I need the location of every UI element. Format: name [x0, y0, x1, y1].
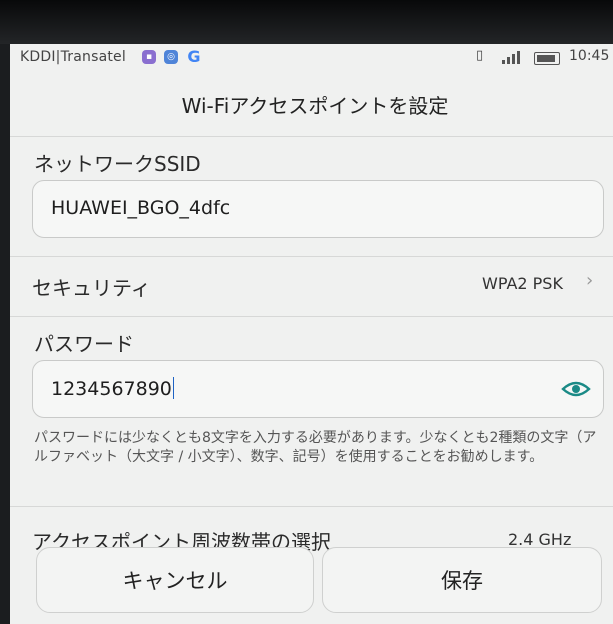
- page-title: Wi-Fiアクセスポイントを設定: [181, 93, 449, 118]
- battery-icon: [534, 52, 560, 65]
- security-label: セキュリティ: [32, 276, 151, 300]
- divider: [10, 506, 613, 507]
- ssid-field[interactable]: HUAWEI_BGO_4dfc: [32, 180, 604, 238]
- ssid-value: HUAWEI_BGO_4dfc: [51, 197, 231, 219]
- text-cursor: [172, 377, 175, 399]
- password-label: パスワード: [34, 332, 134, 356]
- password-hint: パスワードには少なくとも8文字を入力する必要があります。少なくとも2種類の文字（…: [34, 430, 597, 465]
- password-value: 1234567890: [51, 378, 172, 400]
- ssid-label: ネットワークSSID: [34, 152, 201, 176]
- device-bezel: [0, 0, 613, 44]
- google-icon: G: [187, 47, 201, 66]
- security-value: WPA2 PSK: [482, 274, 563, 293]
- phone-screen: KDDI|Transatel ▪ ◎ G ▯ 4G 10:45 Wi-Fiアクセ…: [10, 44, 613, 624]
- chevron-right-icon: ›: [586, 270, 594, 291]
- save-button[interactable]: 保存: [322, 547, 602, 613]
- carrier-label: KDDI|Transatel: [20, 49, 126, 65]
- clock: 10:45: [569, 48, 610, 64]
- divider: [10, 136, 613, 137]
- app-notification-icon: ◎: [164, 50, 178, 64]
- eye-icon[interactable]: [561, 377, 591, 401]
- app-notification-icon: ▪: [142, 50, 156, 64]
- cancel-button[interactable]: キャンセル: [36, 547, 314, 613]
- password-field[interactable]: 1234567890: [32, 360, 604, 418]
- divider: [10, 256, 613, 257]
- status-bar: KDDI|Transatel ▪ ◎ G ▯ 4G 10:45: [10, 44, 613, 72]
- divider: [10, 316, 613, 317]
- signal-icon: 4G: [498, 48, 526, 64]
- vibrate-icon: ▯: [476, 48, 484, 63]
